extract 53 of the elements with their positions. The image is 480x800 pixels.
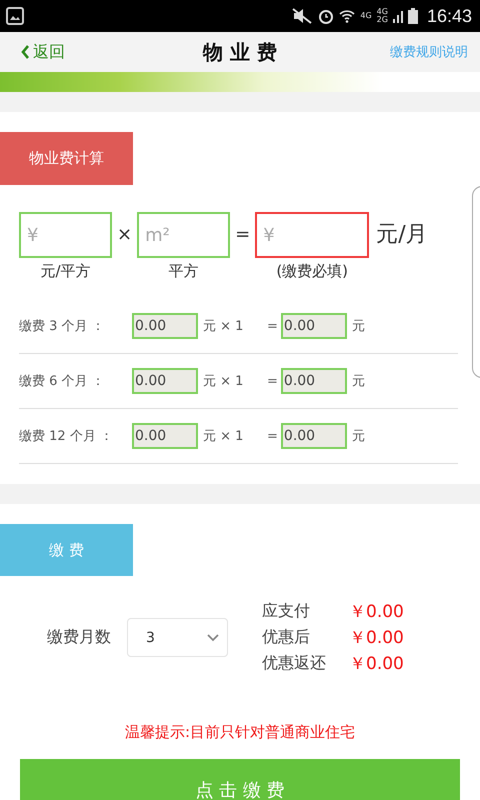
field-caption: (缴费必填)	[276, 262, 348, 281]
multiplier-label: 元 × 1	[203, 318, 244, 335]
battery-icon	[408, 8, 418, 24]
page-title: 物 业 费	[203, 38, 277, 66]
months-label: 缴费月数	[47, 627, 111, 648]
wifi-icon	[339, 8, 356, 24]
alarm-icon	[318, 8, 334, 24]
equals-sign: =	[267, 428, 278, 444]
unit-price-field[interactable]: ¥	[19, 212, 112, 258]
fee-field[interactable]: 0.00	[132, 313, 198, 339]
period-label: 缴费 12 个月 ：	[19, 428, 114, 445]
total-field[interactable]: 0.00	[280, 368, 347, 394]
equals-sign: =	[267, 374, 278, 388]
multiplier-label: 元 × 1	[203, 428, 244, 445]
summary-amount: ￥0.00	[349, 627, 404, 649]
section-heading: 缴 费	[0, 524, 133, 576]
months-select[interactable]: 3	[127, 618, 228, 657]
select-value: 3	[146, 630, 155, 646]
total-field[interactable]: 0.00	[280, 423, 347, 449]
period-label: 缴费 3 个月 ：	[19, 318, 106, 335]
summary-label: 优惠后	[262, 627, 311, 648]
summary-amount: ￥0.00	[349, 601, 404, 623]
summary-label: 优惠返还	[262, 653, 327, 674]
clock-time: 16:43	[426, 6, 472, 26]
fee-field[interactable]: 0.00	[132, 423, 198, 449]
times-sign: ×	[117, 223, 132, 247]
summary-amount: ￥0.00	[349, 653, 404, 675]
monthly-fee-field[interactable]: ¥	[255, 212, 370, 258]
fee-field[interactable]: 0.00	[132, 368, 198, 394]
image-icon	[6, 7, 24, 25]
equals-sign: =	[235, 223, 250, 247]
summary-label: 应支付	[262, 601, 311, 622]
equals-sign: =	[267, 318, 278, 334]
notice-text: 温馨提示:目前只针对普通商业住宅	[124, 723, 356, 742]
unit-label: 元	[352, 318, 365, 335]
signal-icon	[392, 9, 403, 23]
total-field[interactable]: 0.00	[280, 313, 347, 339]
unit-label: 元	[352, 373, 365, 390]
mute-icon	[291, 8, 314, 24]
field-caption: 平方	[168, 262, 199, 281]
back-button[interactable]: 返回	[20, 42, 65, 62]
chevron-down-icon	[207, 634, 219, 642]
period-label: 缴费 6 个月 ：	[19, 373, 106, 390]
chevron-left-icon	[20, 44, 30, 60]
network-label: 2G	[376, 16, 388, 24]
unit-label: 元	[352, 428, 365, 445]
network-label: 4G	[376, 8, 388, 16]
network-label: 4G	[360, 12, 372, 20]
multiplier-label: 元 × 1	[203, 373, 244, 390]
section-heading: 物业费计算	[0, 132, 133, 185]
area-field[interactable]: m²	[137, 212, 230, 258]
field-caption: 元/平方	[40, 262, 91, 281]
unit-label: 元/月	[376, 221, 428, 249]
